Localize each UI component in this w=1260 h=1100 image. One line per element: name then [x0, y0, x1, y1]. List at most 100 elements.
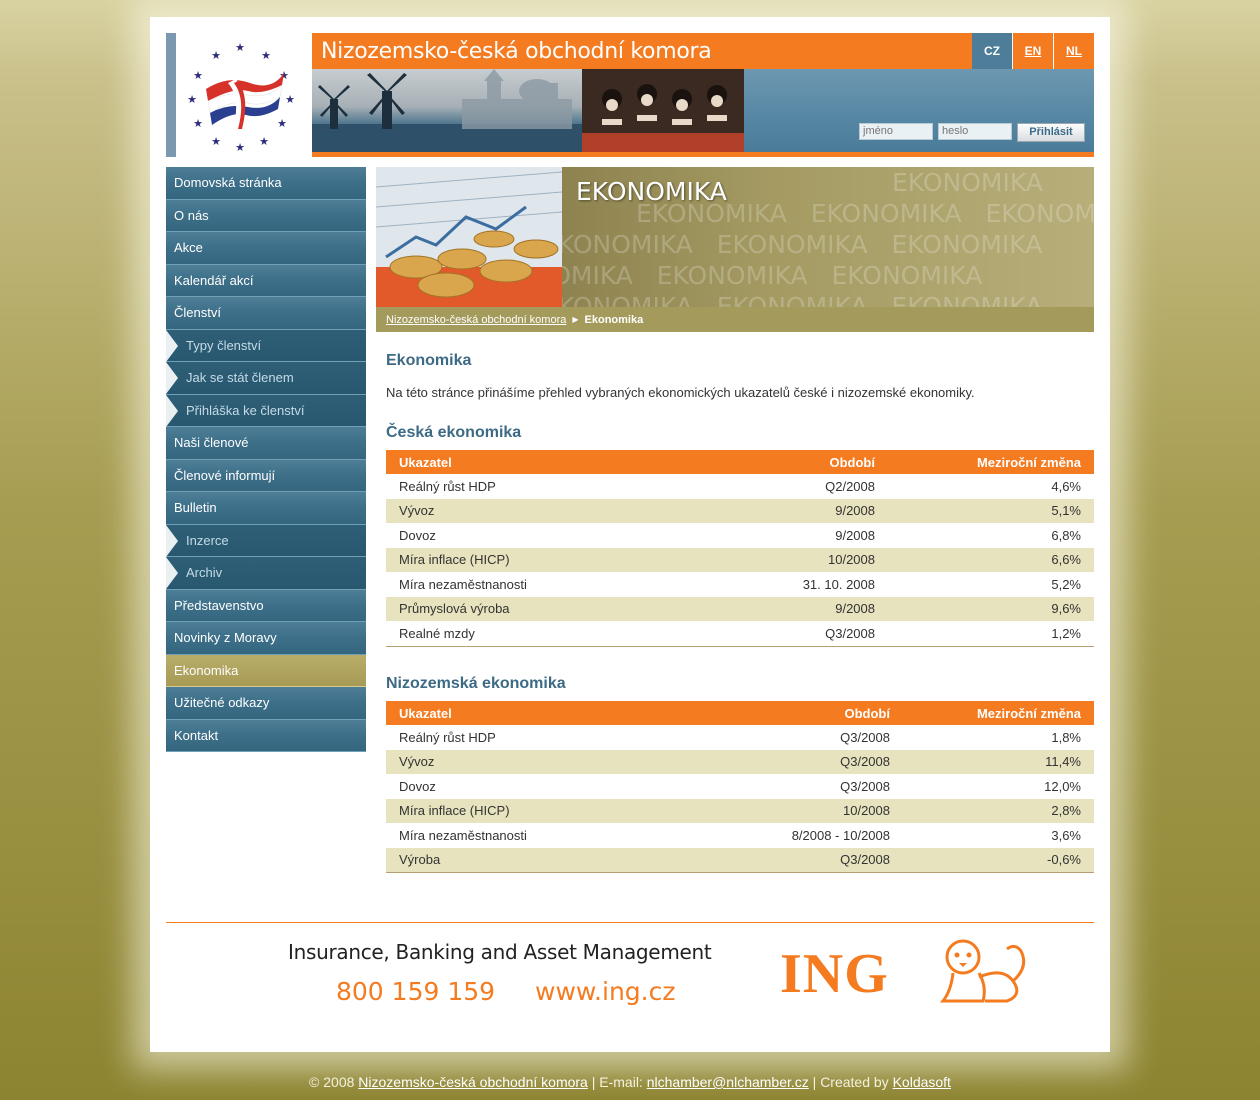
sidebar-item-moravia-news[interactable]: Novinky z Moravy [166, 622, 366, 655]
cell-change: 6,8% [1051, 527, 1081, 543]
cell-change: 5,2% [1051, 576, 1081, 592]
col-period: Období [712, 701, 903, 725]
sidebar-item-contact[interactable]: Kontakt [166, 719, 366, 752]
login-name-input[interactable] [859, 123, 933, 140]
table-row: Reálný růst HDP Q3/2008 1,8% [386, 725, 1094, 750]
cell-indicator: Míra nezaměstnanosti [399, 827, 527, 843]
table-row: Míra nezaměstnanosti 31. 10. 2008 5,2% [386, 572, 1094, 597]
footer-email-link[interactable]: nlchamber@nlchamber.cz [647, 1074, 809, 1090]
col-yoy-change: Meziroční změna [903, 701, 1094, 725]
cell-period: Q3/2008 [712, 847, 903, 873]
cell-period: Q2/2008 [825, 478, 875, 494]
col-indicator: Ukazatel [386, 701, 712, 725]
cell-indicator: Reálný růst HDP [399, 729, 496, 745]
banner-word: EKONOMIKA [810, 199, 962, 228]
svg-text:★: ★ [235, 42, 245, 54]
sidebar-item-application[interactable]: Přihláška ke členství [166, 394, 366, 427]
sidebar-item-how-to-join[interactable]: Jak se stát členem [166, 362, 366, 395]
cell-change: 1,8% [1051, 729, 1081, 745]
cell-indicator: Průmyslová výroba [386, 596, 712, 621]
lang-cz[interactable]: CZ [972, 33, 1012, 69]
sidebar-item-links[interactable]: Užitečné odkazy [166, 687, 366, 720]
svg-text:★: ★ [211, 50, 221, 62]
sidebar-item-membership[interactable]: Členství [166, 297, 366, 330]
sidebar-item-economy[interactable]: Ekonomika [166, 654, 366, 687]
cell-indicator: Dovoz [399, 778, 436, 794]
cell-period: 9/2008 [712, 498, 888, 523]
col-yoy-change: Meziroční změna [888, 450, 1094, 474]
ad-url[interactable]: www.ing.cz [535, 977, 675, 1006]
banner-word: EKONOMIKA [985, 199, 1094, 228]
page-container: ★ ★ ★ ★ ★ ★ ★ ★ ★ ★ ★ ★ Nizozemsko-česká… [150, 17, 1110, 1052]
breadcrumb: Nizozemsko-česká obchodní komora ▶ Ekonomi… [386, 314, 643, 326]
coins-illustration [376, 167, 563, 307]
cell-period: 9/2008 [835, 527, 875, 543]
sidebar-item-home[interactable]: Domovská stránka [166, 167, 366, 200]
cell-indicator: Realné mzdy [399, 625, 475, 641]
breadcrumb-home-link[interactable]: Nizozemsko-česká obchodní komora [386, 314, 566, 326]
banner-word: EKONOMIKA [891, 292, 1043, 307]
table-row: Realné mzdy Q3/2008 1,2% [386, 621, 1094, 646]
cell-change: 9,6% [888, 596, 1094, 621]
svg-text:★: ★ [211, 136, 221, 148]
login-button[interactable]: Přihlásit [1017, 123, 1085, 142]
coins-chart-photo [376, 167, 563, 307]
dutch-economy-table: Ukazatel Období Meziroční změna Reálný r… [386, 701, 1094, 873]
cell-change: 5,1% [888, 498, 1094, 523]
table-row: Vývoz 9/2008 5,1% [386, 498, 1094, 523]
ad-tagline[interactable]: Insurance, Banking and Asset Management [288, 940, 712, 964]
table-row: Míra nezaměstnanosti 8/2008 - 10/2008 3,6% [386, 823, 1094, 848]
svg-text:★: ★ [188, 94, 197, 106]
cell-change: -0,6% [903, 847, 1094, 873]
sidebar-item-archive[interactable]: Archiv [166, 557, 366, 590]
cell-change: 6,6% [888, 547, 1094, 572]
breadcrumb-separator-icon: ▶ [572, 315, 579, 324]
footer-org-link[interactable]: Nizozemsko-česká obchodní komora [358, 1074, 588, 1090]
lang-nl[interactable]: NL [1054, 33, 1094, 69]
czech-economy-heading: Česká ekonomika [386, 424, 522, 441]
chamber-logo[interactable]: ★ ★ ★ ★ ★ ★ ★ ★ ★ ★ ★ ★ [166, 33, 312, 157]
sidebar-item-membership-types[interactable]: Typy členství [166, 329, 366, 362]
email-label: | E-mail: [591, 1074, 643, 1090]
sidebar-item-ads[interactable]: Inzerce [166, 524, 366, 557]
ing-logo[interactable]: ING [780, 942, 889, 1006]
lang-en[interactable]: EN [1013, 33, 1053, 69]
table-row: Výroba Q3/2008 -0,6% [386, 847, 1094, 873]
lion-icon[interactable] [933, 937, 1033, 1007]
login-password-input[interactable] [938, 123, 1012, 140]
ad-phone[interactable]: 800 159 159 [336, 977, 495, 1006]
table-row: Míra inflace (HICP) 10/2008 2,8% [386, 798, 1094, 823]
cell-indicator: Výroba [386, 847, 712, 873]
table-header-row: Ukazatel Období Meziroční změna [386, 701, 1094, 725]
cell-indicator: Míra inflace (HICP) [386, 547, 712, 572]
sidebar-item-members-inform[interactable]: Členové informují [166, 459, 366, 492]
cell-indicator: Reálný růst HDP [399, 478, 496, 494]
svg-text:★: ★ [235, 142, 245, 151]
cell-change: 4,6% [1051, 478, 1081, 494]
banner-word: EKONOMIKA [562, 230, 693, 259]
sidebar-item-calendar[interactable]: Kalendář akcí [166, 264, 366, 297]
cell-indicator: Míra nezaměstnanosti [399, 576, 527, 592]
cell-indicator: Vývoz [386, 749, 712, 774]
dutch-economy-heading: Nizozemská ekonomika [386, 675, 566, 692]
svg-text:★: ★ [193, 70, 203, 82]
sidebar-item-events[interactable]: Akce [166, 232, 366, 265]
cell-period: Q3/2008 [825, 625, 875, 641]
sidebar-item-members[interactable]: Naši členové [166, 427, 366, 460]
sidebar-item-bulletin[interactable]: Bulletin [166, 492, 366, 525]
page-intro: Na této stránce přinášíme přehled vybran… [386, 385, 975, 400]
cell-period: Q3/2008 [840, 778, 890, 794]
banner-word: EKONOMIKA [656, 261, 808, 290]
cell-period: 10/2008 [712, 547, 888, 572]
footer-creator-link[interactable]: Koldasoft [893, 1074, 951, 1090]
banner-word: EKONOMIKA [831, 261, 983, 290]
sidebar-item-about[interactable]: O nás [166, 199, 366, 232]
cell-period: 9/2008 [712, 596, 888, 621]
header-photo [312, 69, 744, 152]
banner-word: EKONOMIKA [716, 292, 868, 307]
sidebar-item-board[interactable]: Představenstvo [166, 589, 366, 622]
col-indicator: Ukazatel [386, 450, 712, 474]
cell-change: 1,2% [1051, 625, 1081, 641]
table-row: Reálný růst HDP Q2/2008 4,6% [386, 474, 1094, 499]
copyright-bar: © 2008 Nizozemsko-česká obchodní komora … [0, 1074, 1260, 1090]
